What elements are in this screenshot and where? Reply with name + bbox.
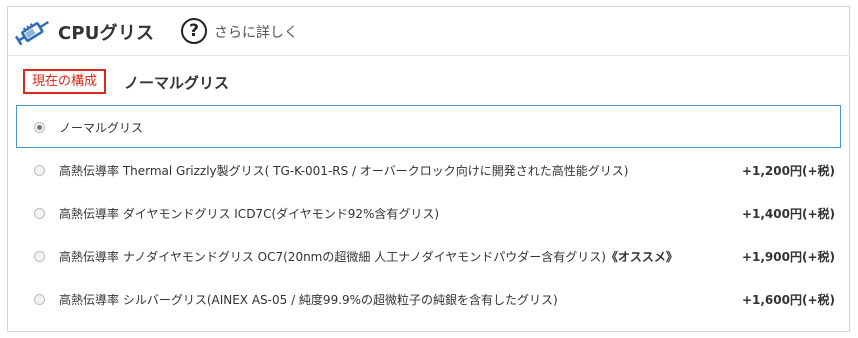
recommended-tag: 《オススメ》 xyxy=(605,250,678,264)
option-label: 高熱伝導率 ナノダイヤモンドグリス OC7(20nmの超微細 人工ナノダイヤモン… xyxy=(59,248,678,265)
option-normal-grease[interactable]: ノーマルグリス xyxy=(16,105,841,148)
more-info-link[interactable]: さらに詳しく xyxy=(214,22,298,42)
option-price: +1,400円(+税) xyxy=(741,207,835,221)
option-diamond-icd7c[interactable]: 高熱伝導率 ダイヤモンドグリス ICD7C(ダイヤモンド92%含有グリス) +1… xyxy=(16,191,841,234)
cpu-grease-panel: CPUグリス ? さらに詳しく 現在の構成 ノーマルグリス ノーマルグリス 高熱… xyxy=(7,6,850,332)
option-label: 高熱伝導率 シルバーグリス(AINEX AS-05 / 純度99.9%の超微粒子… xyxy=(59,293,558,307)
option-label: ノーマルグリス xyxy=(59,121,144,135)
syringe-icon xyxy=(14,15,54,51)
option-silver-grease[interactable]: 高熱伝導率 シルバーグリス(AINEX AS-05 / 純度99.9%の超微粒子… xyxy=(16,277,841,320)
radio-button[interactable] xyxy=(34,251,45,262)
radio-button[interactable] xyxy=(34,208,45,219)
radio-button[interactable] xyxy=(34,122,45,133)
radio-button[interactable] xyxy=(34,165,45,176)
option-nano-diamond-oc7[interactable]: 高熱伝導率 ナノダイヤモンドグリス OC7(20nmの超微細 人工ナノダイヤモン… xyxy=(16,234,841,277)
option-thermal-grizzly[interactable]: 高熱伝導率 Thermal Grizzly製グリス( TG-K-001-RS /… xyxy=(16,148,841,191)
radio-selected-dot xyxy=(37,125,42,130)
option-price: +1,900円(+税) xyxy=(741,250,835,264)
section-header: CPUグリス ? さらに詳しく xyxy=(8,7,849,56)
grease-options-list: ノーマルグリス 高熱伝導率 Thermal Grizzly製グリス( TG-K-… xyxy=(16,105,841,320)
option-price: +1,600円(+税) xyxy=(741,293,835,307)
option-label-text: 高熱伝導率 ナノダイヤモンドグリス OC7(20nmの超微細 人工ナノダイヤモン… xyxy=(59,250,606,264)
option-label: 高熱伝導率 ダイヤモンドグリス ICD7C(ダイヤモンド92%含有グリス) xyxy=(59,207,440,221)
section-title: CPUグリス xyxy=(58,23,155,44)
current-config-badge: 現在の構成 xyxy=(23,69,107,94)
help-question-icon[interactable]: ? xyxy=(181,18,207,44)
option-price: +1,200円(+税) xyxy=(741,164,835,178)
radio-button[interactable] xyxy=(34,294,45,305)
option-label: 高熱伝導率 Thermal Grizzly製グリス( TG-K-001-RS /… xyxy=(59,164,629,178)
current-config-value: ノーマルグリス xyxy=(124,74,230,92)
